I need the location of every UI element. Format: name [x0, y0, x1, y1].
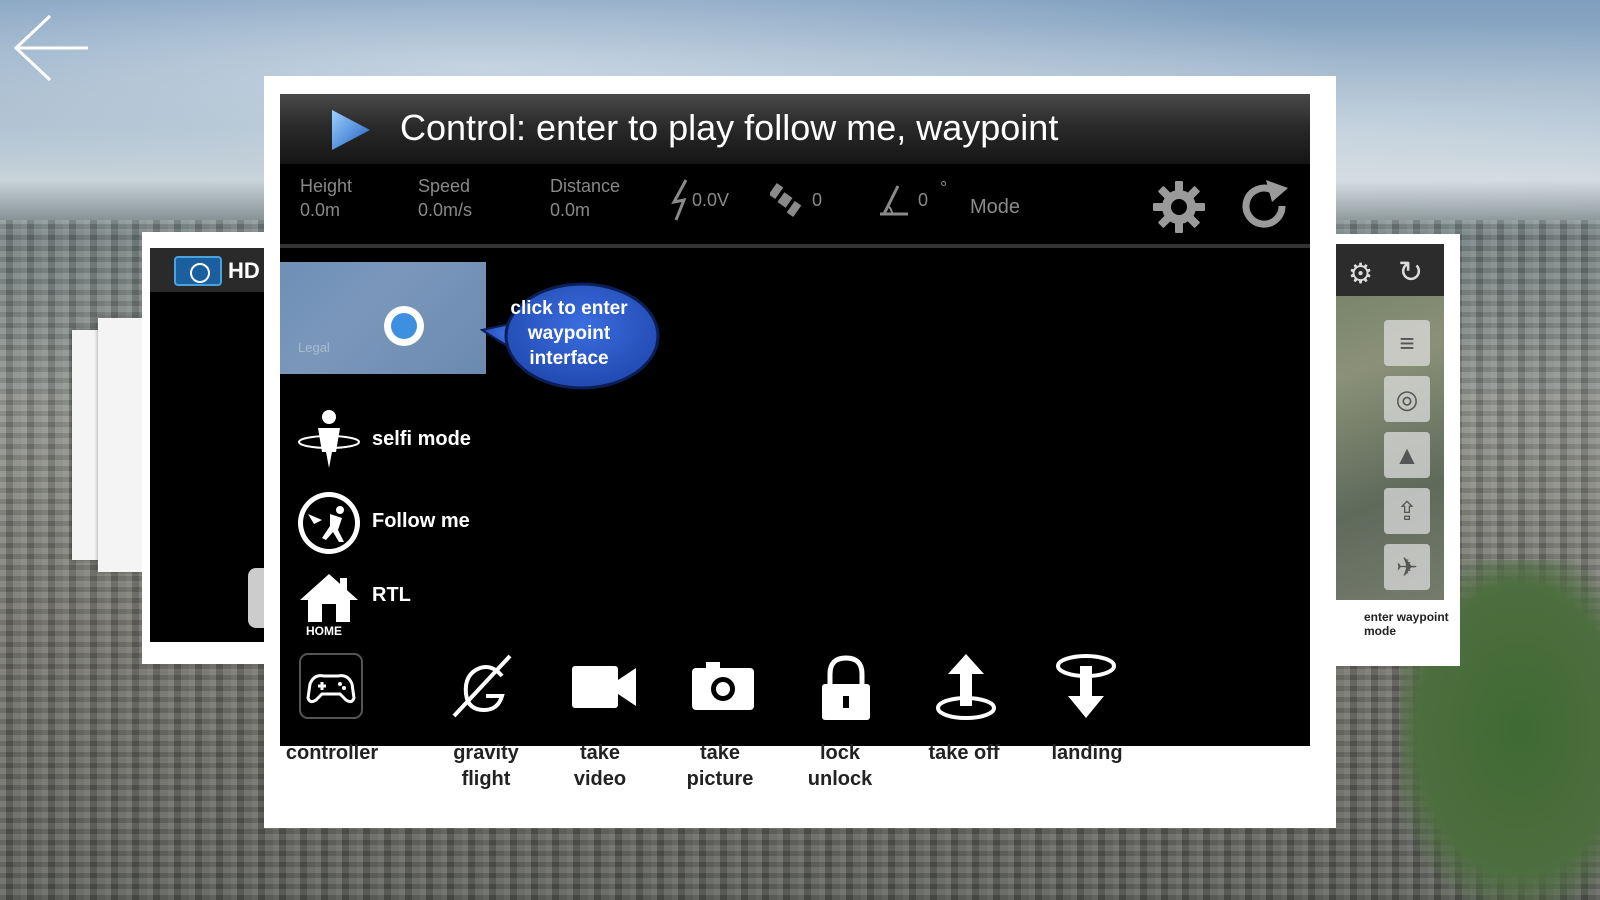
location-dot-icon — [384, 306, 424, 346]
landing-arrow-icon — [1056, 654, 1116, 718]
hd-label: HD — [228, 258, 260, 283]
gravity-flight-caption: gravity flight — [453, 742, 519, 790]
gamepad-icon — [299, 653, 363, 719]
angle-value: 0 — [918, 190, 929, 210]
distance-label: Distance — [550, 176, 621, 196]
take-off-caption: take off — [928, 742, 1000, 764]
gear-icon: ⚙ — [1348, 258, 1374, 289]
right-card-caption: enter waypoint mode — [1364, 610, 1449, 638]
gravity-g-icon — [452, 654, 512, 718]
rtl-button[interactable]: HOME RTL — [296, 570, 516, 640]
menu-icon: ≡ — [1384, 320, 1430, 366]
speed-label: Speed — [418, 176, 471, 196]
gravity-flight-button[interactable] — [446, 650, 526, 730]
camera-icon — [174, 256, 222, 286]
height-stat: Height 0.0m — [300, 174, 352, 222]
main-tutorial-card: Control: enter to play follow me, waypoi… — [264, 76, 1336, 828]
upload-icon: ⇪ — [1384, 488, 1430, 534]
camera-icon — [692, 662, 754, 710]
lock-unlock-caption: lock unlock — [807, 742, 873, 790]
back-button[interactable] — [12, 12, 92, 84]
voltage-value: 0.0V — [692, 190, 730, 210]
right-card-map: ⚙ ↻ ≡ ◎ ▲ ⇪ ✈ — [1318, 244, 1444, 600]
lightning-icon — [671, 179, 688, 221]
page-title: Control: enter to play follow me, waypoi… — [400, 107, 1059, 148]
selfie-person-icon — [298, 410, 360, 468]
telemetry-bar: Height 0.0m Speed 0.0m/s Distance 0.0m 0… — [280, 164, 1310, 248]
angle-unit: ° — [940, 178, 948, 198]
padlock-icon — [822, 655, 870, 720]
take-picture-caption: take picture — [686, 742, 754, 790]
locate-icon: ◎ — [1384, 376, 1430, 422]
right-card-topbar: ⚙ ↻ — [1318, 244, 1444, 296]
control-screen: Control: enter to play follow me, waypoi… — [280, 94, 1310, 746]
controller-button[interactable] — [296, 650, 376, 730]
angle-icon — [880, 185, 908, 216]
speed-stat: Speed 0.0m/s — [418, 174, 472, 222]
controller-caption: controller — [285, 742, 379, 764]
height-value: 0.0m — [300, 200, 341, 220]
distance-value: 0.0m — [550, 200, 591, 220]
airplane-icon: ✈ — [1384, 544, 1430, 590]
selfie-mode-button[interactable]: selfi mode — [296, 408, 516, 474]
follow-me-icon — [298, 492, 360, 554]
distance-stat: Distance 0.0m — [550, 174, 620, 222]
navigate-icon: ▲ — [1384, 432, 1430, 478]
take-off-button[interactable] — [926, 650, 1006, 730]
refresh-button[interactable] — [1236, 178, 1292, 234]
home-text: HOME — [306, 624, 342, 638]
selfie-mode-label: selfi mode — [372, 428, 471, 450]
title-bar: Control: enter to play follow me, waypoi… — [280, 94, 1310, 164]
take-video-button[interactable] — [566, 650, 646, 730]
map-legal-text: Legal — [298, 340, 330, 355]
waypoint-tooltip-text: click to enter waypoint interface — [510, 298, 628, 369]
takeoff-arrow-icon — [936, 654, 996, 720]
video-camera-icon — [572, 666, 636, 708]
waypoint-mini-map[interactable]: Legal — [280, 262, 486, 374]
satellite-count: 0 — [812, 190, 823, 210]
landing-caption: landing — [1051, 742, 1123, 764]
speed-value: 0.0m/s — [418, 200, 473, 220]
lock-unlock-button[interactable] — [806, 650, 886, 730]
back-arrow-icon — [13, 14, 88, 82]
rtl-label: RTL — [372, 584, 411, 606]
play-icon — [332, 110, 370, 150]
follow-me-button[interactable]: Follow me — [296, 490, 516, 556]
height-label: Height — [300, 176, 353, 196]
landing-button[interactable] — [1046, 650, 1126, 730]
mode-label: Mode — [970, 196, 1021, 218]
settings-gear-button[interactable] — [1152, 180, 1206, 234]
take-video-caption: take video — [573, 742, 627, 790]
home-icon — [300, 574, 358, 622]
satellite-icon — [770, 182, 802, 218]
right-preview-card[interactable]: ⚙ ↻ ≡ ◎ ▲ ⇪ ✈ enter waypoint mode — [1318, 234, 1460, 666]
follow-me-label: Follow me — [372, 510, 470, 532]
refresh-icon: ↻ — [1398, 256, 1424, 289]
take-picture-button[interactable] — [686, 650, 766, 730]
